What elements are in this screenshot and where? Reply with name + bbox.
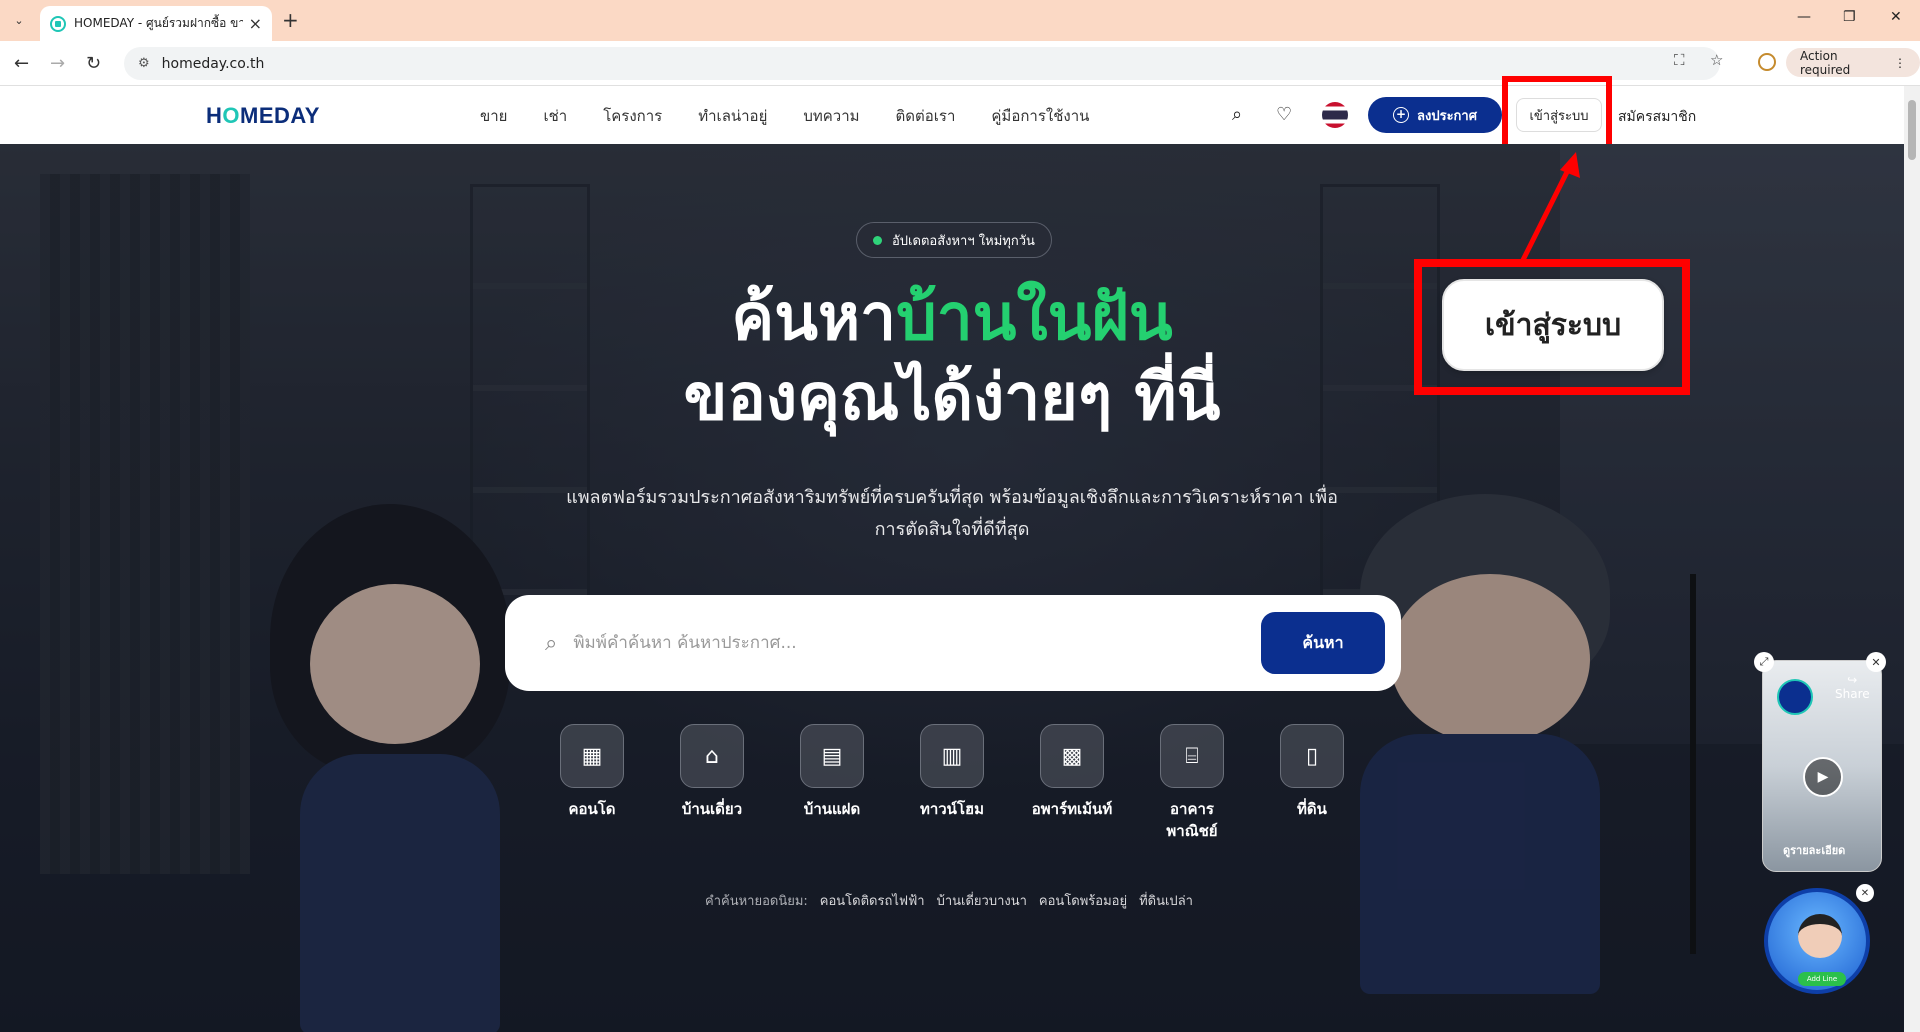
- nav-item-articles[interactable]: บทความ: [803, 104, 859, 128]
- twin-house-icon: ▤: [800, 724, 864, 788]
- category-list: ▦ คอนโด ⌂ บ้านเดี่ยว ▤ บ้านแฝด ▥ ทาวน์โฮ…: [560, 724, 1344, 842]
- action-required-label: Action required: [1800, 48, 1851, 77]
- nav-item-contact[interactable]: ติดต่อเรา: [896, 104, 956, 128]
- search-bar: ⌕ ค้นหา: [505, 595, 1401, 691]
- post-listing-button[interactable]: + ลงประกาศ: [1368, 97, 1502, 133]
- kebab-menu-icon: ⋮: [1894, 55, 1906, 70]
- category-twin-house[interactable]: ▤ บ้านแฝด: [800, 724, 864, 842]
- browser-tab[interactable]: HOMEDAY - ศูนย์รวมฝากซื้อ ขาย เ ×: [40, 6, 272, 41]
- category-label: ที่ดิน: [1297, 800, 1327, 818]
- search-input[interactable]: [573, 633, 1261, 653]
- thai-flag-icon[interactable]: [1322, 102, 1348, 128]
- register-link[interactable]: สมัครสมาชิก: [1618, 106, 1696, 128]
- post-listing-label: ลงประกาศ: [1417, 108, 1477, 124]
- house-icon: ⌂: [680, 724, 744, 788]
- forward-icon[interactable]: →: [50, 53, 65, 74]
- townhome-icon: ▥: [920, 724, 984, 788]
- close-video-icon[interactable]: ✕: [1866, 652, 1886, 672]
- storefront-icon: ⌸: [1160, 724, 1224, 788]
- popular-searches: คำค้นหายอดนิยม: คอนโดติดรถไฟฟ้า บ้านเดี่…: [705, 890, 1193, 911]
- address-bar: ← → ↻ ⚙ homeday.co.th ⛶ ☆: [0, 41, 1920, 86]
- status-dot-icon: [873, 235, 882, 245]
- reload-icon[interactable]: ↻: [86, 53, 101, 74]
- video-widget[interactable]: ↪ Share ▶ ดูรายละเอียด: [1762, 660, 1882, 872]
- category-label: ทาวน์โฮม: [919, 800, 985, 818]
- building-icon: ▦: [560, 724, 624, 788]
- page-scrollbar[interactable]: [1904, 86, 1920, 1032]
- popular-search-link[interactable]: คอนโดติดรถไฟฟ้า: [820, 890, 925, 911]
- close-window-icon[interactable]: ✕: [1890, 9, 1902, 25]
- category-commercial[interactable]: ⌸ อาคารพาณิชย์: [1160, 724, 1224, 842]
- bot-avatar: [1798, 914, 1842, 958]
- nav-item-projects[interactable]: โครงการ: [603, 104, 662, 128]
- category-land[interactable]: ▯ ที่ดิน: [1280, 724, 1344, 842]
- update-badge: อัปเดตอสังหาฯ ใหม่ทุกวัน: [856, 222, 1052, 258]
- category-label: อพาร์ทเม้นท์: [1031, 800, 1113, 818]
- site-header: HOMEDAY ขาย เช่า โครงการ ทำเลน่าอยู่ บทค…: [0, 86, 1904, 144]
- nav-item-sell[interactable]: ขาย: [480, 104, 507, 128]
- bookmark-star-icon[interactable]: ☆: [1710, 51, 1723, 69]
- callout-login-zoom: เข้าสู่ระบบ: [1442, 279, 1664, 371]
- nav-item-rent[interactable]: เช่า: [543, 104, 567, 128]
- share-button[interactable]: ↪ Share: [1835, 673, 1870, 701]
- action-required-button[interactable]: Action required ⋮: [1786, 48, 1920, 77]
- site-favicon-icon: [50, 15, 66, 32]
- translate-icon[interactable]: ⛶: [1674, 51, 1685, 69]
- expand-icon[interactable]: ⤢: [1754, 652, 1774, 672]
- back-icon[interactable]: ←: [14, 53, 29, 74]
- add-line-tag: Add Line: [1798, 972, 1846, 986]
- plus-circle-icon: +: [1393, 107, 1410, 123]
- heart-icon[interactable]: ♡: [1276, 104, 1292, 125]
- popular-label: คำค้นหายอดนิยม:: [705, 894, 808, 909]
- new-tab-icon[interactable]: +: [282, 8, 299, 32]
- scrollbar-thumb[interactable]: [1908, 100, 1916, 160]
- apartment-icon: ▩: [1040, 724, 1104, 788]
- popular-search-link[interactable]: คอนโดพร้อมอยู่: [1039, 890, 1127, 911]
- category-townhome[interactable]: ▥ ทาวน์โฮม: [920, 724, 984, 842]
- play-icon[interactable]: ▶: [1803, 757, 1843, 797]
- tab-title: HOMEDAY - ศูนย์รวมฝากซื้อ ขาย เ: [74, 16, 243, 30]
- tab-list-icon[interactable]: ⌄: [8, 9, 30, 31]
- search-icon: ⌕: [545, 630, 558, 656]
- category-label: คอนโด: [568, 800, 616, 818]
- category-condo[interactable]: ▦ คอนโด: [560, 724, 624, 842]
- line-chat-bot[interactable]: Add Line: [1764, 888, 1870, 994]
- video-detail-label[interactable]: ดูรายละเอียด: [1783, 841, 1845, 859]
- category-label: บ้านแฝด: [803, 800, 861, 818]
- homeday-logo[interactable]: HOMEDAY: [206, 103, 320, 129]
- search-button[interactable]: ค้นหา: [1261, 612, 1385, 674]
- homeday-badge-icon: [1777, 679, 1813, 715]
- nav-item-locations[interactable]: ทำเลน่าอยู่: [698, 104, 767, 128]
- hero-subtitle: แพลตฟอร์มรวมประกาศอสังหาริมทรัพย์ที่ครบค…: [566, 487, 1338, 540]
- callout-arrow: [1519, 152, 1580, 264]
- profile-icon[interactable]: [1758, 53, 1776, 71]
- update-badge-label: อัปเดตอสังหาฯ ใหม่ทุกวัน: [892, 233, 1035, 249]
- popular-search-link[interactable]: บ้านเดี่ยวบางนา: [937, 890, 1027, 911]
- close-bot-icon[interactable]: ✕: [1856, 884, 1874, 902]
- main-nav: ขาย เช่า โครงการ ทำเลน่าอยู่ บทความ ติดต…: [480, 104, 1089, 128]
- category-apartment[interactable]: ▩ อพาร์ทเม้นท์: [1032, 724, 1112, 842]
- popular-search-link[interactable]: ที่ดินเปล่า: [1139, 890, 1193, 911]
- minimize-icon[interactable]: —: [1797, 9, 1811, 25]
- category-detached-house[interactable]: ⌂ บ้านเดี่ยว: [680, 724, 744, 842]
- omnibox[interactable]: ⚙ homeday.co.th: [124, 47, 1720, 80]
- close-tab-icon[interactable]: ×: [249, 14, 262, 33]
- search-icon[interactable]: ⌕: [1232, 104, 1242, 125]
- nav-item-guide[interactable]: คู่มือการใช้งาน: [991, 104, 1089, 128]
- restore-icon[interactable]: ❐: [1843, 9, 1856, 25]
- browser-tabbar: ⌄ HOMEDAY - ศูนย์รวมฝากซื้อ ขาย เ × + — …: [0, 0, 1920, 41]
- category-label: บ้านเดี่ยว: [681, 800, 743, 818]
- category-label: อาคารพาณิชย์: [1166, 800, 1218, 840]
- url-text: homeday.co.th: [161, 55, 265, 72]
- site-info-icon[interactable]: ⚙: [138, 56, 150, 71]
- highlight-box-login: [1502, 76, 1612, 152]
- map-icon: ▯: [1280, 724, 1344, 788]
